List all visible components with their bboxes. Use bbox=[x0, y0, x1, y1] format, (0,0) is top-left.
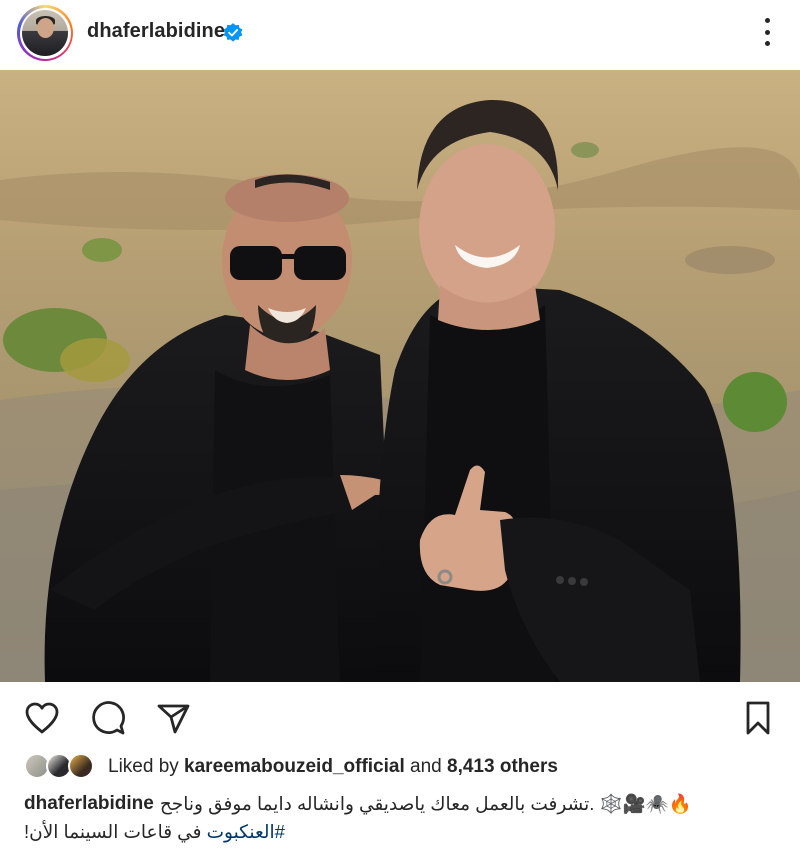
likes-count-link[interactable]: 8,413 others bbox=[447, 756, 558, 777]
post-actions bbox=[0, 688, 800, 744]
caption-text-2: في قاعات السينما الأن! bbox=[24, 821, 207, 842]
likes-row[interactable]: Liked by kareemabouzeid_official and 8,4… bbox=[24, 752, 558, 782]
caption-text: 🔥🕷️🎥🕸️ .تشرفت بالعمل معاك ياصديقي وانشال… bbox=[159, 793, 692, 814]
post-photo[interactable] bbox=[0, 70, 800, 682]
caption-hashtag[interactable]: #العنكبوت bbox=[207, 821, 285, 842]
profile-avatar[interactable] bbox=[17, 5, 73, 61]
bookmark-icon[interactable] bbox=[738, 698, 778, 738]
heart-icon[interactable] bbox=[22, 698, 62, 738]
post-photo-illustration bbox=[0, 70, 800, 682]
caption-username[interactable]: dhaferlabidine bbox=[24, 790, 154, 818]
send-icon[interactable] bbox=[153, 698, 193, 738]
liked-by-avatars bbox=[24, 752, 100, 782]
post-header: dhaferlabidine bbox=[0, 0, 800, 66]
liked-by-user-link[interactable]: kareemabouzeid_official bbox=[184, 756, 405, 777]
post-caption: dhaferlabidine 🔥🕷️🎥🕸️ .تشرفت بالعمل معاك… bbox=[24, 790, 782, 846]
post-username[interactable]: dhaferlabidine bbox=[87, 20, 225, 43]
comment-icon[interactable] bbox=[88, 698, 128, 738]
likes-text: Liked by kareemabouzeid_official and 8,4… bbox=[108, 756, 558, 777]
avatar bbox=[68, 753, 94, 779]
verified-badge-icon bbox=[223, 23, 243, 42]
more-vertical-icon[interactable] bbox=[760, 18, 774, 46]
